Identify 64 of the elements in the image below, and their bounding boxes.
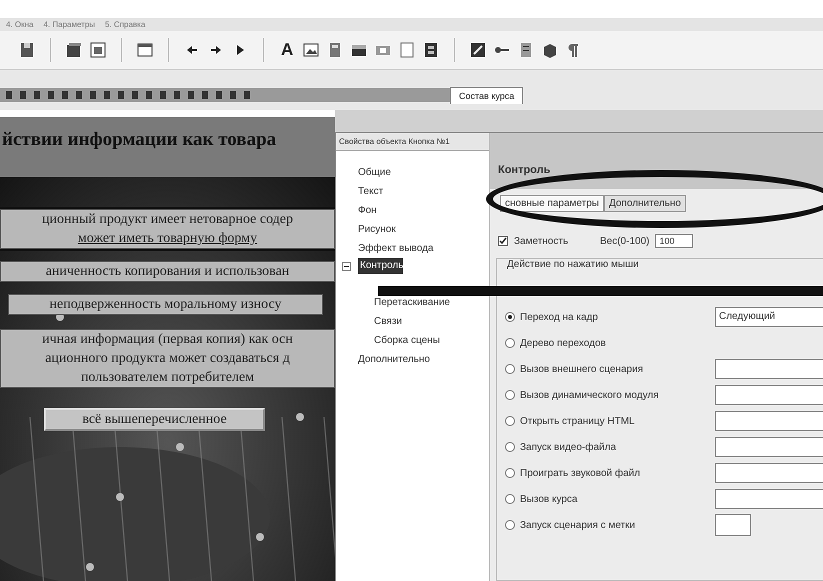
slide-title: йствии информации как товара	[2, 129, 276, 152]
answer-option[interactable]: ционный продукт имеет нетоварное содер может иметь товарную форму	[0, 209, 335, 249]
radio-label: Дерево переходов	[520, 338, 606, 348]
group-title: Действие по нажатию мыши	[505, 259, 641, 270]
radio-label: Запуск видео-файла	[520, 442, 616, 452]
tree-item[interactable]: Контроль	[358, 258, 404, 274]
radio-button[interactable]	[505, 338, 515, 348]
checkbox[interactable]	[498, 236, 508, 246]
tree-item[interactable]: Фон	[336, 201, 489, 220]
tree-item[interactable]: Сборка сцены	[336, 331, 489, 350]
radio-button[interactable]	[505, 416, 515, 426]
weight-field[interactable]: 100	[655, 234, 694, 248]
window-icon[interactable]	[136, 41, 154, 59]
radio-button[interactable]	[505, 520, 515, 530]
tree-item[interactable]: Эффект вывода	[336, 239, 489, 258]
menu-item[interactable]: 5. Справка	[105, 20, 146, 29]
checkbox-label: Заметность	[514, 236, 570, 246]
radio-label: Проиграть звуковой файл	[520, 468, 640, 478]
radio-label: Открыть страницу HTML	[520, 416, 635, 426]
tree-item[interactable]: Дополнительно	[336, 350, 489, 369]
collapse-icon[interactable]	[342, 262, 351, 270]
input-field[interactable]	[715, 385, 823, 405]
tab[interactable]: сновные параметры	[500, 195, 604, 212]
image-icon[interactable]	[302, 41, 320, 59]
tree-item[interactable]: Общие	[336, 163, 489, 182]
weight-label: Вес(0-100)	[600, 236, 650, 246]
answer-option[interactable]: всё вышеперечисленное	[44, 408, 265, 431]
tree-item[interactable]: Перетаскивание	[336, 293, 489, 312]
tree-item[interactable]: Связи	[336, 312, 489, 331]
input-field[interactable]	[715, 437, 823, 457]
input-field[interactable]	[715, 489, 823, 509]
radio-button[interactable]	[505, 468, 515, 478]
input-field[interactable]	[715, 359, 823, 379]
menu-item[interactable]: 4. Окна	[6, 20, 34, 29]
answer-option[interactable]: аниченность копирования и использован	[0, 261, 335, 282]
radio-button[interactable]	[505, 364, 515, 374]
tree-item[interactable]: Текст	[336, 182, 489, 201]
tree-item[interactable]: Рисунок	[336, 220, 489, 239]
radio-label: Запуск сценария с метки	[520, 520, 636, 530]
radio-button[interactable]	[505, 442, 515, 452]
answer-option[interactable]: ичная информация (первая копия) как осн ационного продукта может создаваться д пользователем потребителем	[0, 329, 335, 388]
input-field[interactable]	[715, 463, 823, 483]
menu-item[interactable]: 4. Параметры	[43, 20, 96, 29]
save-icon[interactable]	[18, 41, 36, 59]
radio-label: Переход на кадр	[520, 312, 598, 322]
checkmark-icon	[499, 237, 507, 245]
input-field[interactable]	[715, 514, 751, 536]
text-tool[interactable]: A	[278, 40, 296, 60]
blank-page-icon[interactable]	[398, 41, 416, 59]
frame-icon[interactable]	[89, 41, 107, 59]
document-tab[interactable]: Состав курса	[450, 87, 524, 104]
dialog-title: Свойства объекта Кнопка №1	[336, 133, 489, 151]
tab[interactable]: Дополнительно	[604, 195, 686, 212]
radio-label: Вызов динамического модуля	[520, 390, 659, 400]
radio-button[interactable]	[505, 390, 515, 400]
radio-button[interactable]	[505, 494, 515, 504]
section-header: Контроль	[490, 133, 823, 189]
answer-option[interactable]: неподверженность моральному износу	[8, 294, 323, 315]
input-field[interactable]	[715, 411, 823, 431]
layers-icon[interactable]	[65, 41, 83, 59]
input-field[interactable]: Следующий	[715, 307, 823, 327]
radio-button[interactable]	[505, 312, 515, 322]
radio-label: Вызов курса	[520, 494, 578, 504]
radio-label: Вызов внешнего сценария	[520, 364, 644, 374]
